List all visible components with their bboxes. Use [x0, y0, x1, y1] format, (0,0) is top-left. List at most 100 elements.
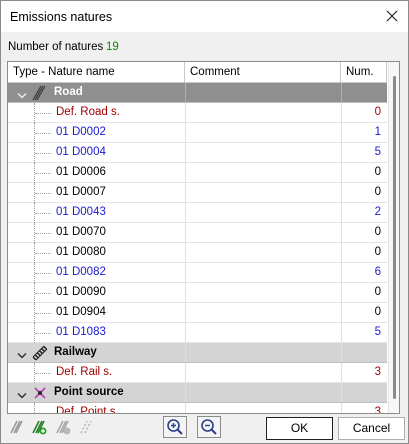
nature-name: 01 D0043: [56, 206, 106, 218]
table-header: Type - Nature name Comment Num.: [8, 62, 387, 83]
road-icon: [32, 85, 48, 101]
comment-cell[interactable]: [185, 123, 342, 142]
nature-row[interactable]: 01 D0007 0: [8, 183, 387, 203]
scrollbar-thumb[interactable]: [393, 76, 396, 399]
category-name: Point source: [54, 386, 124, 398]
tree-connector: [35, 413, 51, 414]
num-cell: 0: [341, 283, 387, 302]
tree-connector: [35, 313, 51, 314]
railway-icon: [32, 345, 48, 361]
num-cell: 0: [341, 163, 387, 182]
nature-name: Def. Point s.: [56, 406, 119, 414]
num-cell: 0: [341, 243, 387, 262]
natures-count-value: 19: [106, 41, 119, 53]
road-disabled-icon[interactable]: [78, 419, 94, 435]
chevron-down-icon[interactable]: [17, 89, 27, 103]
tree-connector: [35, 173, 51, 174]
tree-connector: [35, 373, 51, 374]
tree-connector: [35, 133, 51, 134]
nature-name: Def. Road s.: [56, 106, 120, 118]
natures-count-label: Number of natures: [8, 41, 104, 53]
add-road-type-icon[interactable]: [31, 419, 47, 435]
zoom-in-button[interactable]: [163, 416, 187, 438]
category-row[interactable]: Railway: [8, 343, 387, 363]
comment-cell[interactable]: [185, 103, 342, 122]
tree-connector: [35, 213, 51, 214]
nature-row[interactable]: 01 D0043 2: [8, 203, 387, 223]
tree-connector: [35, 253, 51, 254]
close-button[interactable]: [380, 5, 404, 27]
comment-cell[interactable]: [185, 323, 342, 342]
emissions-natures-dialog: Emissions natures Number of natures 19 T…: [0, 0, 409, 444]
zoom-in-icon: [167, 419, 183, 435]
num-cell: 5: [341, 143, 387, 162]
num-cell: 2: [341, 203, 387, 222]
comment-cell[interactable]: [185, 163, 342, 182]
comment-cell[interactable]: [185, 243, 342, 262]
chevron-down-icon[interactable]: [17, 389, 27, 403]
comment-cell[interactable]: [185, 183, 342, 202]
tree-connector: [35, 193, 51, 194]
zoom-out-icon: [201, 419, 217, 435]
column-header-comment[interactable]: Comment: [185, 62, 341, 82]
num-cell: 0: [341, 103, 387, 122]
column-header-num[interactable]: Num.: [341, 62, 387, 82]
category-name: Road: [54, 86, 83, 98]
nature-name: Def. Rail s.: [56, 366, 113, 378]
ok-button[interactable]: OK: [266, 417, 333, 440]
comment-cell[interactable]: [185, 363, 342, 382]
category-row[interactable]: Road: [8, 83, 387, 103]
category-row[interactable]: Point source: [8, 383, 387, 403]
cancel-button[interactable]: Cancel: [338, 417, 405, 440]
nature-name: 01 D0007: [56, 186, 106, 198]
num-cell: [341, 383, 387, 402]
nature-row[interactable]: 01 D1083 5: [8, 323, 387, 343]
zoom-out-button[interactable]: [197, 416, 221, 438]
comment-cell[interactable]: [185, 283, 342, 302]
nature-name: 01 D0082: [56, 266, 106, 278]
road-type-icon[interactable]: [9, 419, 25, 435]
nature-row[interactable]: 01 D0904 0: [8, 303, 387, 323]
nature-row[interactable]: 01 D0070 0: [8, 223, 387, 243]
num-cell: [341, 343, 387, 362]
nature-row[interactable]: 01 D0082 6: [8, 263, 387, 283]
comment-cell[interactable]: [185, 203, 342, 222]
tree-connector: [35, 113, 51, 114]
column-header-name[interactable]: Type - Nature name: [8, 62, 185, 82]
num-cell: 0: [341, 183, 387, 202]
num-cell: 3: [341, 363, 387, 382]
nature-row[interactable]: 01 D0004 5: [8, 143, 387, 163]
nature-name: 01 D0006: [56, 166, 106, 178]
num-cell: 3: [341, 403, 387, 413]
nature-row[interactable]: 01 D0006 0: [8, 163, 387, 183]
num-cell: 6: [341, 263, 387, 282]
num-cell: 0: [341, 303, 387, 322]
comment-cell[interactable]: [185, 303, 342, 322]
nature-row[interactable]: Def. Rail s. 3: [8, 363, 387, 383]
num-cell: 0: [341, 223, 387, 242]
dialog-title: Emissions natures: [10, 10, 113, 24]
num-cell: [341, 83, 387, 102]
comment-cell[interactable]: [185, 143, 342, 162]
nature-name: 01 D0004: [56, 146, 106, 158]
nature-name: 01 D1083: [56, 326, 106, 338]
nature-name: 01 D0002: [56, 126, 106, 138]
vertical-scrollbar[interactable]: [388, 62, 399, 413]
comment-cell[interactable]: [185, 83, 342, 102]
num-cell: 1: [341, 123, 387, 142]
nature-row[interactable]: 01 D0002 1: [8, 123, 387, 143]
nature-name: 01 D0090: [56, 286, 106, 298]
remove-road-type-icon[interactable]: [55, 419, 71, 435]
nature-row[interactable]: Def. Point s. 3: [8, 403, 387, 414]
tree-connector: [35, 333, 51, 334]
comment-cell[interactable]: [185, 403, 342, 413]
comment-cell[interactable]: [185, 223, 342, 242]
nature-row[interactable]: 01 D0090 0: [8, 283, 387, 303]
nature-row[interactable]: 01 D0080 0: [8, 243, 387, 263]
title-bar: Emissions natures: [1, 1, 408, 32]
comment-cell[interactable]: [185, 263, 342, 282]
nature-row[interactable]: Def. Road s. 0: [8, 103, 387, 123]
comment-cell[interactable]: [185, 383, 342, 402]
chevron-down-icon[interactable]: [17, 349, 27, 363]
comment-cell[interactable]: [185, 343, 342, 362]
